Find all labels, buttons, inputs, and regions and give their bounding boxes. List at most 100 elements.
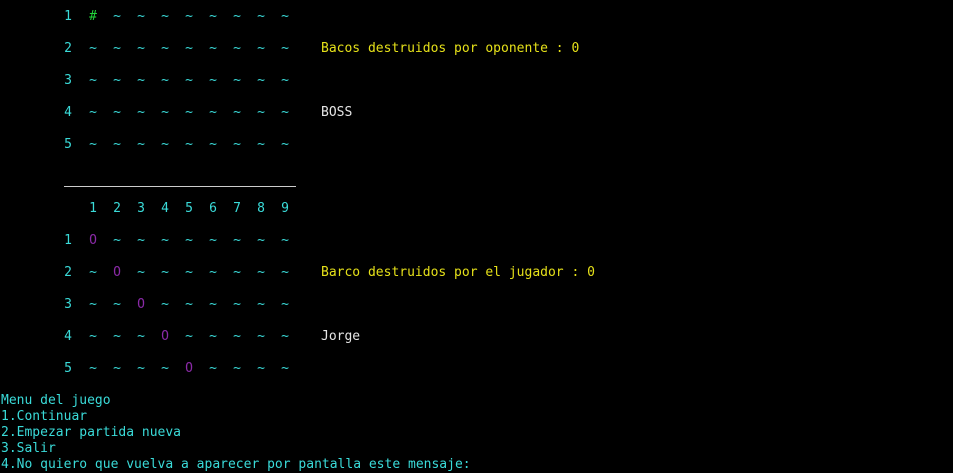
column-header: 4 [161,201,169,216]
board-cell: ~ [257,105,265,120]
row-label: 1 [64,233,72,248]
board-cell: ~ [137,265,145,280]
board-cell: ~ [185,9,193,24]
board-cell: ~ [257,41,265,56]
board-cell: ~ [257,137,265,152]
board-cell: ~ [89,297,97,312]
board-row: 2 ~ ~ ~ ~ ~ ~ ~ ~ ~ [0,41,300,57]
board-cell: ~ [257,265,265,280]
board-cell: ~ [137,137,145,152]
row-label: 3 [64,73,72,88]
board-cell: ~ [161,297,169,312]
board-cell: O [137,297,145,312]
menu-option-new-game[interactable]: 2.Empezar partida nueva [1,425,181,440]
board-cell: ~ [209,233,217,248]
board-cell: ~ [233,137,241,152]
player-destroyed-text: Barco destruidos por el jugador : 0 [321,265,595,280]
board-cell: ~ [185,73,193,88]
board-cell: ~ [113,41,121,56]
board-cell: ~ [257,329,265,344]
board-row: 3 ~ ~ ~ ~ ~ ~ ~ ~ ~ [0,73,300,89]
board-cell: ~ [113,361,121,376]
board-row: 5 ~ ~ ~ ~ O ~ ~ ~ ~ [0,361,300,377]
board-row: 1 # ~ ~ ~ ~ ~ ~ ~ ~ [0,9,300,25]
board-cell: ~ [281,233,289,248]
board-cell: ~ [161,265,169,280]
board-row: 2 ~ O ~ ~ ~ ~ ~ ~ ~ [0,265,300,281]
board-row: 3 ~ ~ O ~ ~ ~ ~ ~ ~ [0,297,300,313]
board-cell: ~ [185,265,193,280]
board-row: 4 ~ ~ ~ ~ ~ ~ ~ ~ ~ [0,105,300,121]
board-row: 4 ~ ~ ~ O ~ ~ ~ ~ ~ [0,329,300,345]
board-cell: ~ [257,361,265,376]
row-label: 1 [64,9,72,24]
board-cell: ~ [113,9,121,24]
board-cell: ~ [209,73,217,88]
board-cell: ~ [137,233,145,248]
board-cell: ~ [89,41,97,56]
column-header: 2 [113,201,121,216]
column-header: 7 [233,201,241,216]
column-header: 1 [89,201,97,216]
board-cell: ~ [89,73,97,88]
board-cell: ~ [233,265,241,280]
board-cell: ~ [185,137,193,152]
board-cell: ~ [161,41,169,56]
board-cell: ~ [113,297,121,312]
board-cell: ~ [185,329,193,344]
row-label: 4 [64,329,72,344]
board-cell: ~ [209,9,217,24]
board-cell: ~ [209,329,217,344]
board-cell: ~ [89,361,97,376]
board-cell: ~ [209,105,217,120]
menu-option-dont-show-again[interactable]: 4.No quiero que vuelva a aparecer por pa… [1,457,471,472]
board-cell: ~ [233,73,241,88]
board-cell: # [89,9,97,24]
row-label: 5 [64,361,72,376]
board-cell: ~ [113,105,121,120]
row-label: 2 [64,265,72,280]
board-cell: ~ [257,73,265,88]
board-cell: ~ [161,137,169,152]
board-cell: ~ [209,361,217,376]
board-cell: ~ [233,297,241,312]
board-cell: O [113,265,121,280]
board-cell: ~ [137,105,145,120]
boss-player-name: BOSS [321,105,353,120]
board-cell: ~ [137,73,145,88]
board-cell: ~ [137,361,145,376]
board-cell: ~ [113,137,121,152]
board-cell: ~ [113,73,121,88]
board-cell: ~ [281,73,289,88]
board-cell: ~ [233,105,241,120]
board-cell: ~ [113,233,121,248]
board-cell: ~ [281,265,289,280]
board-cell: ~ [257,297,265,312]
column-headers: 1 2 3 4 5 6 7 8 9 [0,201,300,217]
board-cell: ~ [161,73,169,88]
menu-title: Menu del juego [1,393,111,408]
board-cell: ~ [137,329,145,344]
column-header: 3 [137,201,145,216]
board-cell: ~ [209,297,217,312]
column-header: 9 [281,201,289,216]
board-cell: ~ [257,9,265,24]
column-header: 6 [209,201,217,216]
column-header: 8 [257,201,265,216]
menu-option-continue[interactable]: 1.Continuar [1,409,87,424]
board-cell: ~ [281,137,289,152]
menu-option-exit[interactable]: 3.Salir [1,441,56,456]
board-cell: O [89,233,97,248]
row-label: 3 [64,297,72,312]
board-cell: ~ [161,233,169,248]
board-cell: ~ [185,233,193,248]
board-divider [64,176,296,187]
board-cell: ~ [281,105,289,120]
board-cell: ~ [185,297,193,312]
row-label: 5 [64,137,72,152]
board-cell: ~ [161,9,169,24]
board-cell: ~ [137,9,145,24]
board-cell: ~ [185,41,193,56]
board-cell: ~ [161,105,169,120]
board-cell: ~ [89,137,97,152]
